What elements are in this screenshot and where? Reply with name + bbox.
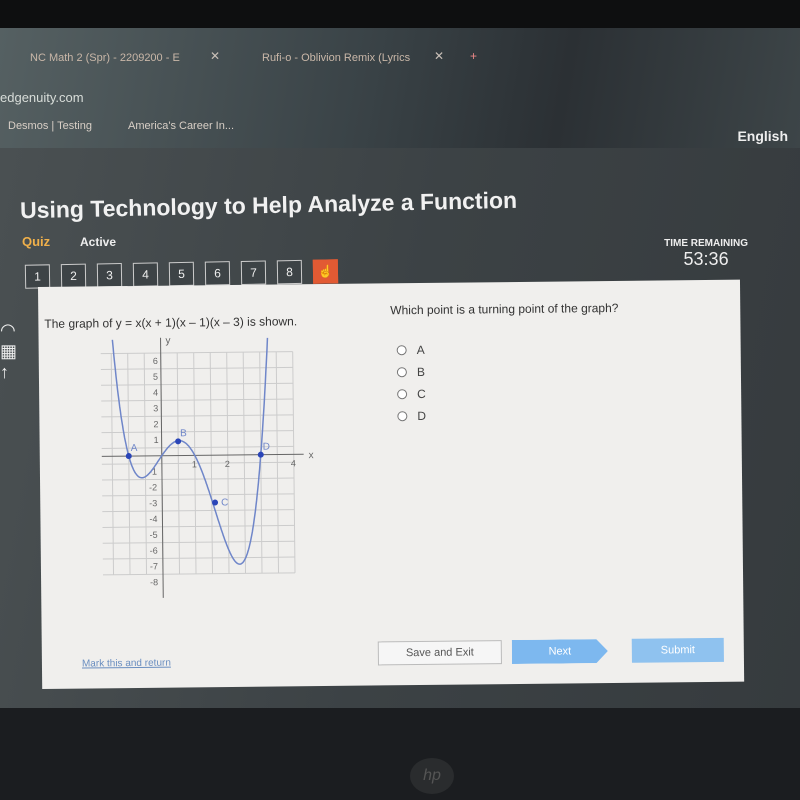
y-tick-label: 4 — [153, 388, 158, 398]
side-tools: ◠ ▦ ↑ — [0, 320, 17, 383]
grid-line — [100, 430, 294, 434]
radio-button[interactable] — [397, 411, 408, 422]
y-tick-label: 6 — [153, 356, 158, 366]
calculator-icon[interactable]: ▦ — [0, 341, 17, 362]
grid-line — [100, 382, 294, 386]
close-tab-icon[interactable]: ✕ — [210, 49, 220, 63]
question-button-3[interactable]: 3 — [96, 263, 123, 288]
quiz-label: Quiz — [22, 234, 51, 249]
option-label: B — [416, 364, 425, 380]
new-tab-icon[interactable]: + — [470, 49, 477, 63]
grid-line — [100, 351, 293, 355]
question-button-1[interactable]: 1 — [24, 264, 51, 289]
question-button-7[interactable]: 7 — [240, 260, 267, 285]
option-a[interactable]: A — [396, 339, 426, 361]
time-remaining-label: TIME REMAINING — [664, 238, 748, 249]
y-tick-label: -8 — [150, 577, 158, 587]
option-label: A — [416, 342, 425, 358]
save-exit-button[interactable]: Save and Exit — [377, 640, 502, 666]
next-button[interactable]: Next — [512, 639, 608, 664]
browser-chrome — [0, 28, 800, 148]
radio-button[interactable] — [397, 389, 408, 400]
question-button-5[interactable]: 5 — [168, 261, 195, 287]
grid-line — [100, 461, 294, 465]
bookmark-career[interactable]: America's Career In... — [128, 120, 234, 132]
question-card: The graph of y = x(x + 1)(x – 1)(x – 3) … — [38, 279, 745, 689]
radio-button[interactable] — [396, 345, 407, 356]
y-tick-label: -6 — [150, 546, 158, 556]
option-d[interactable]: D — [397, 405, 426, 427]
y-tick-label: -2 — [149, 482, 157, 492]
close-tab-icon[interactable]: ✕ — [434, 49, 444, 63]
x-tick-label: 2 — [225, 459, 230, 469]
screen-bezel — [0, 0, 800, 28]
current-question-button[interactable]: ☝ — [312, 259, 339, 284]
question-text: Which point is a turning point of the gr… — [390, 300, 619, 318]
question-button-4[interactable]: 4 — [132, 262, 159, 287]
time-remaining-value: 53:36 — [683, 249, 729, 269]
y-tick-label: -7 — [150, 561, 158, 571]
y-axis-label: y — [165, 336, 170, 347]
function-graph: xy-2124654321-1-2-3-4-5-6-7-8ABCD — [100, 336, 314, 598]
language-link[interactable]: English — [737, 128, 788, 144]
browser-tab-math[interactable]: NC Math 2 (Spr) - 2209200 - E — [30, 52, 180, 64]
grid-line — [100, 366, 293, 371]
y-tick-label: 3 — [153, 403, 158, 413]
arrow-up-icon[interactable]: ↑ — [0, 362, 17, 383]
x-tick-label: 1 — [192, 459, 197, 469]
hp-logo: hp — [410, 758, 454, 794]
answer-options: A B C D — [396, 339, 427, 427]
submit-button[interactable]: Submit — [631, 637, 724, 663]
question-button-8[interactable]: 8 — [276, 259, 303, 285]
browser-tab-music[interactable]: Rufi-o - Oblivion Remix (Lyrics — [262, 52, 410, 64]
x-tick-label: 4 — [291, 458, 296, 468]
timer: TIME REMAINING 53:36 — [664, 238, 748, 270]
bookmark-desmos[interactable]: Desmos | Testing — [8, 120, 92, 132]
point-label-a: A — [131, 443, 138, 454]
x-axis-label: x — [309, 450, 314, 461]
y-tick-label: -5 — [150, 530, 158, 540]
grid-line — [100, 414, 294, 418]
grid-line — [100, 477, 295, 481]
y-tick-label: -3 — [149, 498, 157, 508]
option-label: D — [417, 408, 427, 424]
point-label-b: B — [180, 428, 187, 439]
y-tick-label: 1 — [154, 435, 159, 445]
question-prompt: The graph of y = x(x + 1)(x – 1)(x – 3) … — [44, 314, 298, 331]
point-label-d: D — [263, 442, 270, 453]
radio-button[interactable] — [396, 367, 407, 378]
option-b[interactable]: B — [396, 361, 426, 383]
headphones-icon[interactable]: ◠ — [0, 320, 17, 341]
option-label: C — [417, 386, 426, 402]
question-button-6[interactable]: 6 — [204, 261, 231, 286]
y-tick-label: 2 — [153, 419, 158, 429]
y-tick-label: -4 — [149, 514, 157, 524]
point-label-c: C — [221, 497, 228, 508]
option-c[interactable]: C — [397, 383, 426, 405]
address-bar[interactable]: edgenuity.com — [0, 90, 84, 105]
question-button-2[interactable]: 2 — [60, 263, 87, 289]
mark-and-return-link[interactable]: Mark this and return — [82, 658, 171, 670]
status-label: Active — [80, 235, 117, 249]
y-tick-label: 5 — [153, 372, 158, 382]
